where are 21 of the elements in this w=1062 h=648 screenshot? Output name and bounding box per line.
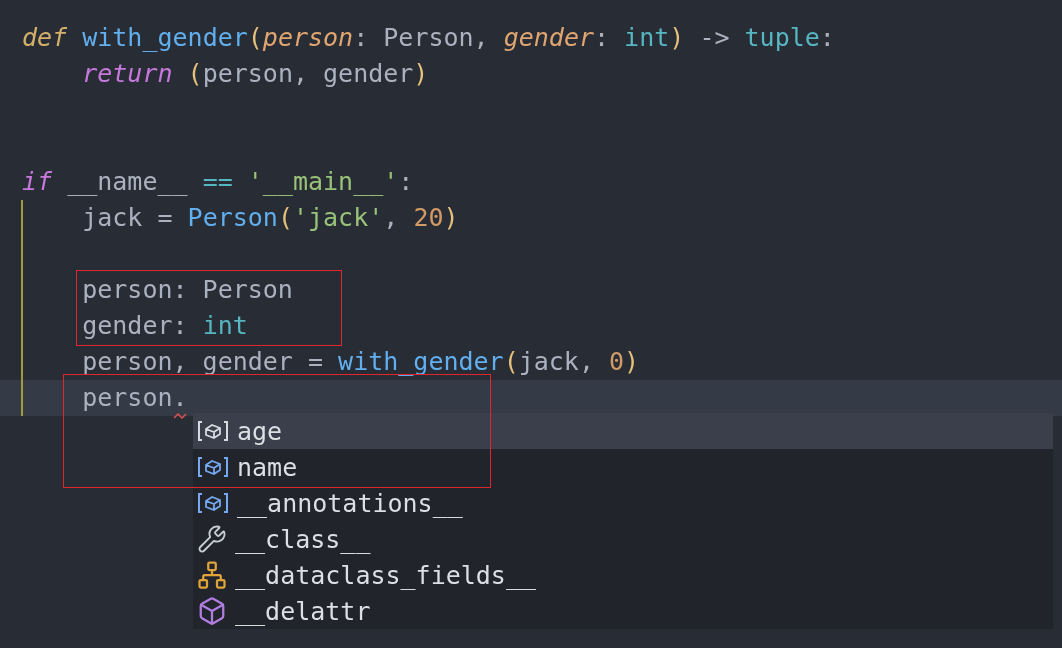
suggestion-item[interactable]: __dataclass_fields__ bbox=[193, 557, 1053, 593]
suggestion-item[interactable]: name bbox=[193, 449, 1053, 485]
code-line: person, gender = with_gender(jack, 0) bbox=[81, 347, 640, 376]
structure-icon bbox=[197, 560, 227, 590]
code-line: if __name__ == '__main__': bbox=[22, 167, 414, 196]
code-line: gender: int bbox=[81, 311, 248, 340]
code-line: jack = Person('jack', 20) bbox=[81, 203, 459, 232]
suggestion-item[interactable]: __delattr bbox=[193, 593, 1053, 629]
code-line: person. bbox=[81, 383, 188, 412]
suggestion-item[interactable]: __class__ bbox=[193, 521, 1053, 557]
code-line: def with_gender(person: Person, gender: int) -> tuple: bbox=[22, 23, 835, 52]
cube-icon bbox=[197, 596, 227, 626]
field-icon bbox=[197, 492, 229, 514]
code-line: return (person, gender) bbox=[81, 59, 429, 88]
code-line: person: Person bbox=[81, 275, 293, 304]
suggestion-item[interactable]: __annotations__ bbox=[193, 485, 1053, 521]
error-squiggle bbox=[172, 412, 189, 419]
field-icon bbox=[197, 420, 229, 442]
wrench-icon bbox=[197, 524, 227, 554]
field-icon bbox=[197, 456, 229, 478]
suggestion-item[interactable]: age bbox=[193, 413, 1053, 449]
